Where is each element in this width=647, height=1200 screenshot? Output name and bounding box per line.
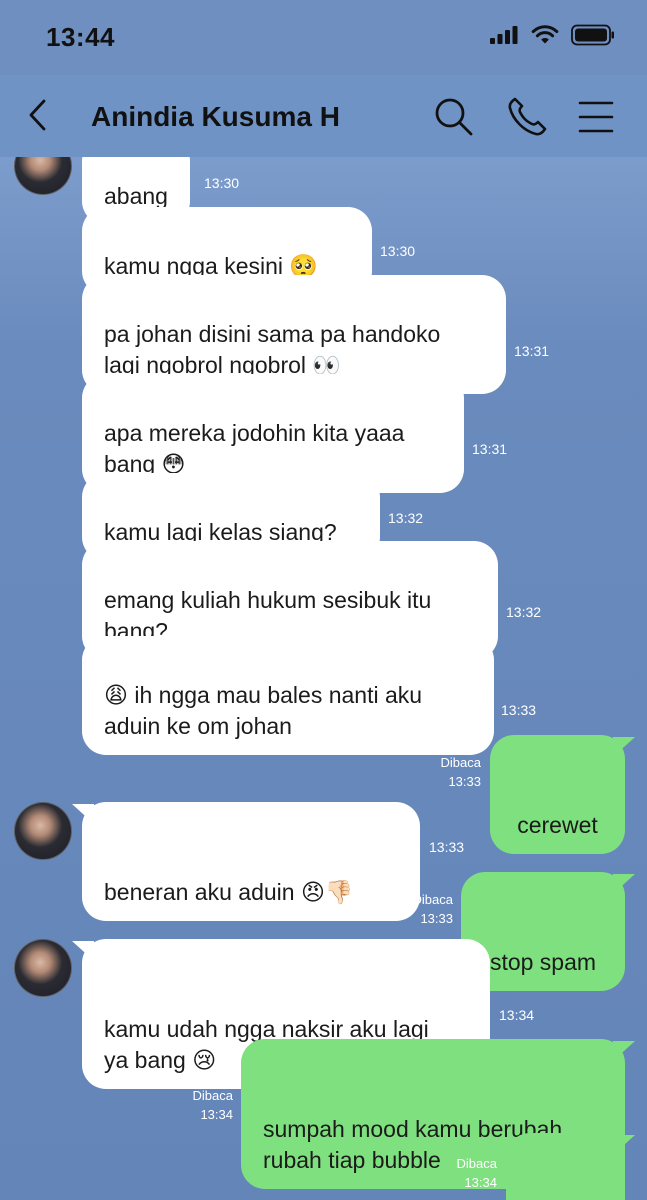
signal-icon bbox=[490, 26, 518, 44]
message-text: 😩 ih ngga mau bales nanti aku aduin ke o… bbox=[104, 682, 423, 739]
message-time: 13:32 bbox=[506, 604, 542, 620]
chat-header: Anindia Kusuma H bbox=[0, 75, 647, 157]
contact-name[interactable]: Anindia Kusuma H bbox=[91, 101, 340, 133]
search-icon bbox=[435, 98, 473, 136]
call-button[interactable] bbox=[505, 95, 549, 139]
message-time: 13:30 bbox=[204, 175, 240, 191]
message-text: pa johan disini sama pa handoko lagi ngo… bbox=[104, 321, 441, 378]
message-text: abang bbox=[104, 183, 168, 209]
contact-avatar[interactable] bbox=[14, 939, 72, 997]
status-bar: 13:44 bbox=[0, 0, 647, 75]
bubble-tail bbox=[72, 804, 94, 824]
wifi-icon bbox=[531, 25, 559, 44]
message-bubble-outgoing[interactable]: cerewet bbox=[490, 735, 635, 854]
status-icons bbox=[489, 24, 615, 46]
read-receipt: Dibaca 13:33 bbox=[440, 755, 481, 789]
phone-icon bbox=[508, 97, 547, 136]
read-receipt: Dibaca 13:33 bbox=[412, 892, 453, 926]
bubble-tail bbox=[72, 941, 94, 961]
menu-button[interactable] bbox=[576, 95, 620, 139]
message-time: 13:33 bbox=[501, 702, 537, 718]
read-receipt: Dibaca 13:34 bbox=[192, 1088, 233, 1122]
message-text: cerewet bbox=[517, 812, 598, 838]
contact-avatar[interactable] bbox=[14, 157, 72, 195]
message-text: beneran aku aduin 😠👎🏻 bbox=[104, 879, 354, 905]
message-time: 13:30 bbox=[380, 243, 416, 259]
back-button[interactable] bbox=[22, 95, 56, 135]
message-time: 13:34 bbox=[499, 1007, 535, 1023]
message-text: stop spam bbox=[489, 949, 597, 975]
back-chevron-icon bbox=[29, 99, 46, 131]
message-bubble[interactable]: 😩 ih ngga mau bales nanti aku aduin ke o… bbox=[82, 636, 494, 755]
battery-icon bbox=[571, 24, 614, 46]
menu-icon bbox=[578, 101, 614, 133]
chat-area[interactable]: abang 13:30 kamu ngga kesini 🥺 13:30 pa … bbox=[0, 157, 647, 1200]
bubble-tail bbox=[613, 1135, 635, 1155]
message-bubble-outgoing[interactable]: pusing bbox=[506, 1133, 635, 1200]
bubble-tail bbox=[613, 1041, 635, 1061]
bubble-tail bbox=[613, 874, 635, 894]
status-time: 13:44 bbox=[46, 22, 115, 52]
contact-avatar[interactable] bbox=[14, 802, 72, 860]
message-time: 13:32 bbox=[388, 510, 424, 526]
search-button[interactable] bbox=[432, 95, 476, 139]
message-bubble[interactable]: beneran aku aduin 😠👎🏻 bbox=[72, 802, 420, 921]
bubble-tail bbox=[613, 737, 635, 757]
read-receipt: Dibaca 13:34 bbox=[456, 1156, 497, 1190]
message-time: 13:33 bbox=[429, 839, 465, 855]
message-text: apa mereka jodohin kita yaaa bang 😳 bbox=[104, 420, 405, 477]
message-time: 13:31 bbox=[472, 441, 508, 457]
message-time: 13:31 bbox=[514, 343, 550, 359]
